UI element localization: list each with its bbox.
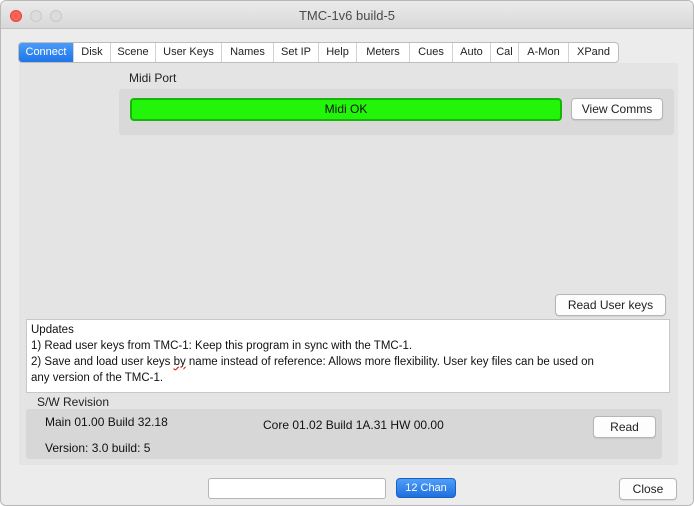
updates-line-2: 2) Save and load user keys by name inste… bbox=[31, 356, 594, 368]
read-revision-button[interactable]: Read bbox=[593, 416, 656, 438]
window-title: TMC-1v6 build-5 bbox=[298, 8, 396, 23]
midi-port-label: Midi Port bbox=[129, 71, 177, 85]
channel-count-button[interactable]: 12 Chan bbox=[396, 478, 456, 498]
version-text: Version: 3.0 build: 5 bbox=[45, 441, 151, 455]
tab-user-keys[interactable]: User Keys bbox=[156, 43, 222, 62]
main-build-text: Main 01.00 Build 32.18 bbox=[45, 415, 168, 429]
app-window: TMC-1v6 build-5 Connect Disk Scene User … bbox=[0, 0, 694, 506]
midi-status-indicator: Midi OK bbox=[130, 98, 562, 121]
spellcheck-mark: by bbox=[173, 356, 186, 368]
tab-xpand[interactable]: XPand bbox=[569, 43, 618, 62]
tab-help[interactable]: Help bbox=[319, 43, 357, 62]
tab-cal[interactable]: Cal bbox=[491, 43, 519, 62]
tab-connect[interactable]: Connect bbox=[19, 43, 74, 62]
read-user-keys-button[interactable]: Read User keys bbox=[555, 294, 666, 316]
tab-set-ip[interactable]: Set IP bbox=[274, 43, 319, 62]
view-comms-button[interactable]: View Comms bbox=[571, 98, 663, 120]
tab-disk[interactable]: Disk bbox=[74, 43, 111, 62]
sw-revision-label: S/W Revision bbox=[37, 395, 110, 409]
tab-cues[interactable]: Cues bbox=[410, 43, 453, 62]
tab-auto[interactable]: Auto bbox=[453, 43, 491, 62]
tab-a-mon[interactable]: A-Mon bbox=[519, 43, 569, 62]
core-build-text: Core 01.02 Build 1A.31 HW 00.00 bbox=[263, 418, 444, 432]
updates-line-3: any version of the TMC-1. bbox=[31, 372, 164, 384]
tab-names[interactable]: Names bbox=[222, 43, 274, 62]
close-button[interactable]: Close bbox=[619, 478, 677, 500]
updates-line-1: 1) Read user keys from TMC-1: Keep this … bbox=[31, 340, 413, 352]
updates-heading: Updates bbox=[31, 324, 74, 336]
status-input-field[interactable] bbox=[208, 478, 386, 499]
tab-meters[interactable]: Meters bbox=[357, 43, 410, 62]
tab-scene[interactable]: Scene bbox=[111, 43, 156, 62]
tab-bar: Connect Disk Scene User Keys Names Set I… bbox=[18, 42, 619, 63]
updates-textbox[interactable]: Updates 1) Read user keys from TMC-1: Ke… bbox=[26, 319, 670, 393]
title-bar[interactable]: TMC-1v6 build-5 bbox=[1, 1, 693, 29]
